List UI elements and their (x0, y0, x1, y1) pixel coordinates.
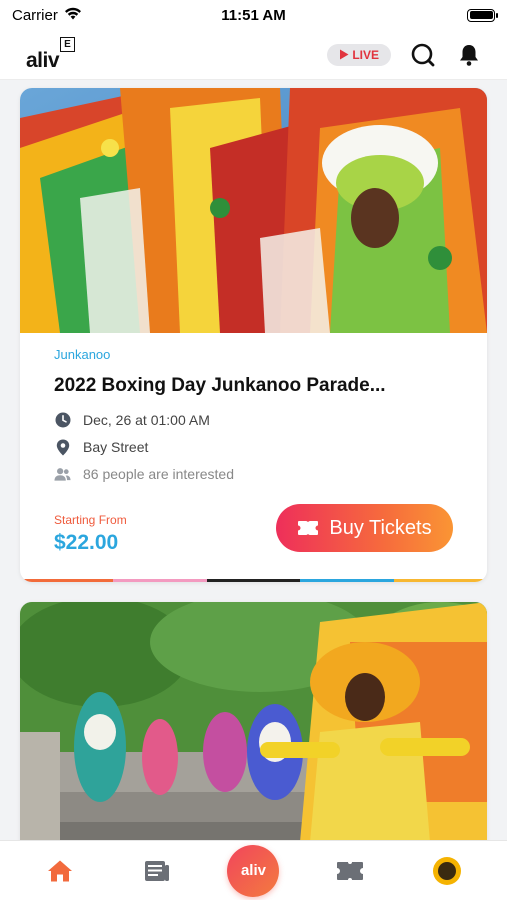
notifications-button[interactable] (455, 41, 483, 69)
event-interested-row: 86 people are interested (54, 465, 453, 483)
aliv-center-button[interactable]: aliv (227, 844, 280, 897)
color-stripe (20, 579, 487, 582)
news-icon (144, 860, 169, 881)
price-label: Starting From (54, 513, 127, 527)
event-location-row: Bay Street (54, 438, 453, 456)
price-value: $22.00 (54, 531, 119, 554)
location-pin-icon (54, 439, 71, 456)
event-interested-count: 86 people are interested (83, 466, 234, 482)
tab-aliv[interactable]: aliv (225, 843, 281, 899)
search-icon (411, 43, 435, 66)
wifi-icon (64, 7, 82, 24)
avatar[interactable] (432, 856, 461, 885)
event-date-row: Dec, 26 at 01:00 AM (54, 411, 453, 429)
event-category[interactable]: Junkanoo (54, 347, 453, 365)
stripe-segment (393, 579, 487, 582)
event-date: Dec, 26 at 01:00 AM (83, 412, 210, 428)
status-bar: Carrier 11:51 AM (0, 0, 507, 30)
ticket-icon (337, 861, 364, 880)
event-location: Bay Street (83, 439, 149, 455)
aliv-center-label: aliv (240, 862, 266, 879)
tab-bar: aliv (0, 840, 507, 900)
aliv-logo[interactable]: aliv E (26, 35, 82, 75)
stripe-segment (20, 579, 114, 582)
buy-tickets-button[interactable]: Buy Tickets (276, 504, 453, 552)
event-image[interactable] (20, 88, 487, 333)
search-button[interactable] (409, 41, 437, 69)
logo-badge: E (60, 36, 75, 52)
ticket-icon (298, 521, 319, 535)
live-label: LIVE (352, 47, 379, 62)
event-card[interactable]: Junkanoo 2022 Boxing Day Junkanoo Parade… (20, 88, 487, 582)
app-header: aliv E LIVE (0, 30, 507, 80)
event-title[interactable]: 2022 Boxing Day Junkanoo Parade... (54, 375, 453, 397)
tab-home[interactable] (32, 843, 88, 899)
tab-tickets[interactable] (322, 843, 378, 899)
carrier-label: Carrier (12, 6, 58, 24)
play-icon (340, 49, 349, 60)
live-button[interactable]: LIVE (327, 43, 391, 66)
battery-icon (467, 8, 498, 22)
home-icon (48, 860, 73, 881)
buy-tickets-label: Buy Tickets (329, 516, 432, 539)
price-block: Starting From $22.00 (54, 513, 127, 555)
people-icon (54, 466, 71, 483)
tab-news[interactable] (129, 843, 185, 899)
stripe-segment (113, 579, 207, 582)
clock-icon (54, 412, 71, 429)
bell-icon (460, 44, 478, 66)
logo-text: aliv (26, 48, 60, 72)
stripe-segment (206, 579, 301, 582)
stripe-segment (300, 579, 394, 582)
tab-profile[interactable] (419, 843, 475, 899)
